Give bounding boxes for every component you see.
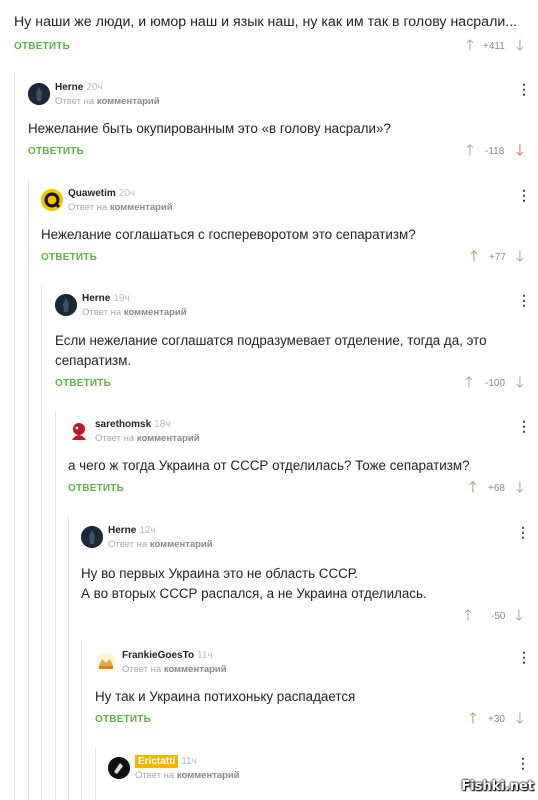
reply-button[interactable]: ОТВЕТИТЬ: [28, 146, 84, 157]
thread-line: [41, 285, 42, 800]
arrow-up-icon[interactable]: 🡑: [466, 38, 474, 54]
username[interactable]: Quawetim 20ч: [68, 188, 135, 199]
username[interactable]: Herne 19ч: [82, 293, 130, 304]
reply-to: Ответ на комментарий: [68, 202, 173, 213]
parent-comment-link[interactable]: комментарий: [150, 539, 213, 550]
watermark: Fishki.net: [461, 779, 534, 794]
username[interactable]: Herne 20ч: [55, 82, 103, 93]
avatar[interactable]: [95, 651, 117, 673]
parent-comment-link[interactable]: комментарий: [124, 307, 187, 318]
reply-button[interactable]: ОТВЕТИТЬ: [55, 378, 111, 389]
reply-button[interactable]: ОТВЕТИТЬ: [41, 252, 97, 263]
parent-comment-link[interactable]: комментарий: [177, 770, 240, 781]
arrow-up-icon[interactable]: 🡑: [465, 375, 473, 391]
thread-line: [14, 72, 15, 800]
username[interactable]: Erictatti 11ч: [135, 755, 197, 768]
arrow-up-icon[interactable]: 🡑: [470, 249, 478, 265]
arrow-down-icon[interactable]: 🡓: [515, 608, 523, 624]
avatar[interactable]: [41, 189, 63, 211]
comment: Herne 20ч Ответ на комментарий ⋮ Нежелани…: [28, 81, 531, 161]
arrow-up-icon[interactable]: 🡑: [466, 143, 474, 159]
top-comment-actions: ОТВЕТИТЬ 🡑 +411 🡓: [14, 38, 529, 56]
more-vertical-icon[interactable]: ⋮: [516, 525, 530, 539]
parent-comment-link[interactable]: комментарий: [110, 202, 173, 213]
username[interactable]: FrankieGoesTo 11ч: [122, 650, 213, 661]
comment-text: Если нежелание соглашатся подразумевает …: [55, 333, 487, 368]
arrow-up-icon[interactable]: 🡑: [469, 480, 477, 496]
avatar[interactable]: [28, 83, 50, 105]
rating-value: +77: [489, 252, 506, 263]
arrow-down-icon[interactable]: 🡓: [516, 143, 524, 159]
comment: FrankieGoesTo 11ч Ответ на комментарий ⋮ …: [95, 649, 531, 729]
more-vertical-icon[interactable]: ⋮: [517, 419, 531, 433]
avatar[interactable]: [55, 294, 77, 316]
reply-to: Ответ на комментарий: [82, 307, 187, 318]
more-vertical-icon[interactable]: ⋮: [517, 188, 531, 202]
comment-text: Ну так и Украина потихоньку распадается: [95, 689, 356, 704]
arrow-up-icon[interactable]: 🡑: [469, 711, 477, 727]
more-vertical-icon[interactable]: ⋮: [517, 293, 531, 307]
username[interactable]: sarethomsk 18ч: [95, 419, 170, 430]
comment-text: Нежелание быть окупированным это «в голо…: [28, 121, 391, 136]
comment: sarethomsk 18ч Ответ на комментарий ⋮ а ч…: [68, 418, 531, 498]
avatar[interactable]: [81, 526, 103, 548]
comment: Quawetim 20ч Ответ на комментарий ⋮ Нежел…: [41, 187, 531, 267]
rating-value: -118: [485, 146, 505, 157]
rating-value: +411: [483, 41, 505, 52]
thread-line: [68, 517, 69, 800]
comment-text: Нежелание соглашаться с госпереворотом э…: [41, 227, 416, 242]
rating-value: +68: [488, 483, 505, 494]
reply-button[interactable]: ОТВЕТИТЬ: [14, 41, 70, 52]
rating-value: -100: [485, 378, 506, 389]
arrow-down-icon[interactable]: 🡓: [516, 375, 524, 391]
parent-comment-link[interactable]: комментарий: [97, 96, 160, 107]
comment-text: Ну во первых Украина это не область СССР…: [81, 566, 427, 601]
thread-line: [28, 180, 29, 800]
comment-text: а чего ж тогда Украина от СССР отделилас…: [68, 458, 470, 473]
reply-to: Ответ на комментарий: [108, 539, 213, 550]
arrow-down-icon[interactable]: 🡓: [516, 38, 524, 54]
avatar[interactable]: [68, 420, 90, 442]
reply-to: Ответ на комментарий: [135, 770, 240, 781]
more-vertical-icon[interactable]: ⋮: [516, 756, 530, 770]
comment: Herne 12ч Ответ на комментарий ⋮ Ну во пе…: [81, 524, 530, 626]
parent-comment-link[interactable]: комментарий: [164, 664, 227, 675]
reply-to: Ответ на комментарий: [122, 664, 227, 675]
thread-line: [55, 410, 56, 800]
more-vertical-icon[interactable]: ⋮: [517, 650, 531, 664]
parent-comment-link[interactable]: комментарий: [137, 433, 200, 444]
reply-to: Ответ на комментарий: [55, 96, 160, 107]
reply-to: Ответ на комментарий: [95, 433, 200, 444]
rating-value: -50: [491, 611, 506, 622]
reply-button[interactable]: ОТВЕТИТЬ: [95, 714, 151, 725]
rating-value: +30: [488, 714, 505, 725]
more-vertical-icon[interactable]: ⋮: [517, 82, 531, 96]
comment: Herne 19ч Ответ на комментарий ⋮ Если неж…: [55, 292, 531, 393]
arrow-down-icon[interactable]: 🡓: [516, 711, 524, 727]
reply-button[interactable]: ОТВЕТИТЬ: [68, 483, 124, 494]
avatar[interactable]: [108, 757, 130, 779]
thread-line: [81, 642, 82, 800]
top-comment-text: Ну наши же люди, и юмор наш и язык наш, …: [14, 14, 518, 30]
thread-line: [95, 748, 96, 800]
username[interactable]: Herne 12ч: [108, 525, 156, 536]
arrow-down-icon[interactable]: 🡓: [516, 249, 524, 265]
arrow-down-icon[interactable]: 🡓: [516, 480, 524, 496]
arrow-up-icon[interactable]: 🡑: [464, 608, 472, 624]
